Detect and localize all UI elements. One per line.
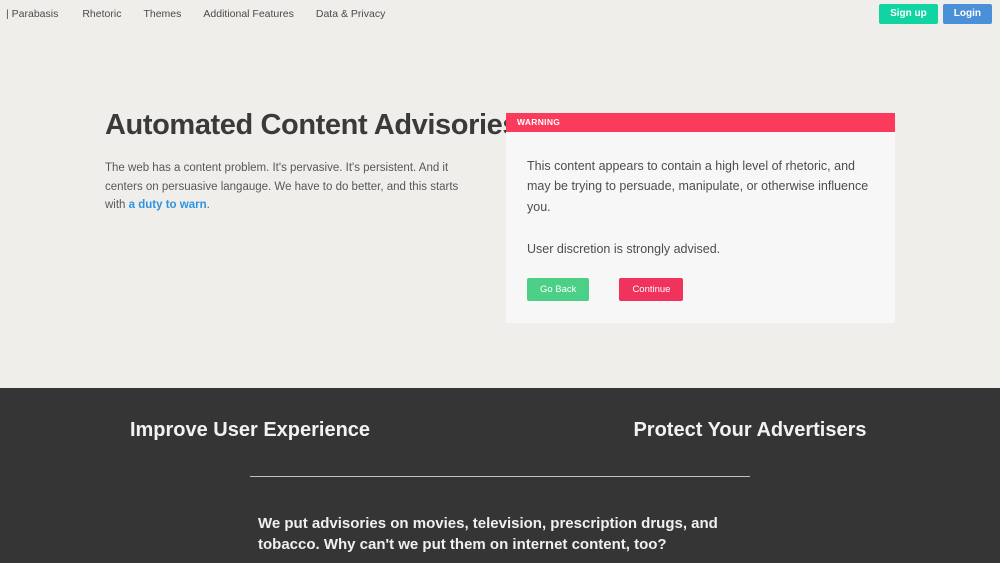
warning-card-actions: Go Back Continue [527, 277, 874, 301]
benefits-heading-advertisers: Protect Your Advertisers [633, 419, 867, 441]
benefits-dark-section: Improve User Experience Protect Your Adv… [0, 388, 1000, 563]
benefits-column-right: Protect Your Advertisers [500, 419, 1000, 441]
benefits-column-left: Improve User Experience [0, 419, 500, 441]
warning-paragraph-primary: This content appears to contain a high l… [527, 159, 869, 214]
go-back-button[interactable]: Go Back [527, 277, 590, 301]
warning-badge-label: WARNING [517, 117, 561, 128]
warning-advisory-card: WARNING This content appears to contain … [506, 113, 895, 323]
benefits-columns: Improve User Experience Protect Your Adv… [0, 388, 1000, 441]
hero-section: Automated Content Advisories The web has… [0, 0, 1000, 388]
page-root: | Parabasis Rhetoric Themes Additional F… [0, 0, 1000, 563]
hero-subtitle: The web has a content problem. It's perv… [105, 159, 473, 213]
hero-copy-block: Automated Content Advisories The web has… [105, 109, 519, 214]
warning-card-body: This content appears to contain a high l… [506, 132, 895, 323]
duty-to-warn-link[interactable]: a duty to warn [129, 199, 207, 211]
benefits-lead-paragraph: We put advisories on movies, television,… [258, 515, 718, 553]
hero-subtitle-text-after: . [206, 198, 210, 211]
warning-paragraph-discretion: User discretion is strongly advised. [527, 242, 721, 257]
benefits-heading-user-experience: Improve User Experience [129, 419, 371, 441]
horizontal-divider [250, 476, 750, 477]
continue-button[interactable]: Continue [619, 277, 684, 301]
warning-card-header: WARNING [506, 113, 895, 132]
page-title: Automated Content Advisories [105, 109, 519, 141]
